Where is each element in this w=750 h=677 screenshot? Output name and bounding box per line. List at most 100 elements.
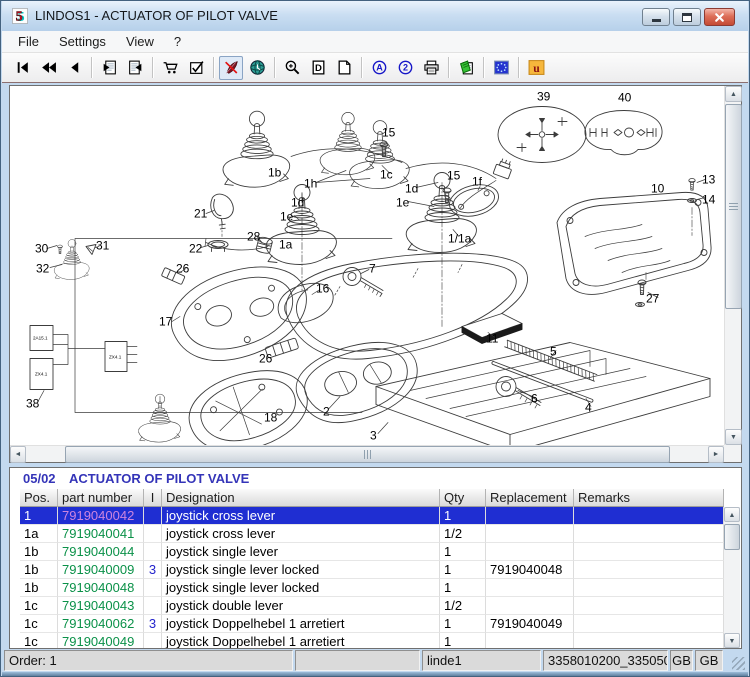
diagram-part-label[interactable]: 17: [159, 315, 173, 329]
scroll-down-button[interactable]: ▼: [725, 429, 742, 445]
diagram-part-label[interactable]: 1f: [472, 175, 483, 189]
table-scroll-up-button[interactable]: ▲: [724, 507, 740, 522]
diagram-part-label[interactable]: 26: [259, 352, 273, 366]
diagram-part-label[interactable]: 22: [189, 242, 203, 256]
vertical-scroll-thumb[interactable]: [725, 104, 742, 309]
diagram-part-label[interactable]: 1/1a: [448, 232, 472, 246]
minimize-button[interactable]: [642, 8, 670, 26]
diagram-part-label[interactable]: 38: [26, 397, 40, 411]
document-page-button[interactable]: [332, 56, 356, 80]
diagram-part-label[interactable]: 28: [247, 230, 261, 244]
diagram-part-label[interactable]: 15: [382, 126, 396, 140]
column-header[interactable]: Remarks: [574, 489, 724, 507]
diagram-part-label[interactable]: 1e: [396, 196, 410, 210]
world-time-button[interactable]: [245, 56, 269, 80]
diagram-part-label[interactable]: 32: [36, 262, 50, 276]
table-row[interactable]: 1a7919040041joystick cross lever1/2: [20, 525, 724, 543]
exploded-parts-diagram[interactable]: 2A15.1 ZX4.1 ZX4.1 3940151b1h1c1d1e151f1…: [10, 86, 724, 445]
printer-icon: [423, 59, 440, 76]
scrollbar-corner: [724, 445, 741, 462]
table-row[interactable]: 17919040042joystick cross lever1: [20, 507, 724, 525]
page-forward-button[interactable]: [123, 56, 147, 80]
diagram-horizontal-scrollbar[interactable]: ◄ ►: [10, 445, 724, 462]
diagram-vertical-scrollbar[interactable]: ▲ ▼: [724, 86, 741, 445]
thumb-grip: [364, 450, 371, 459]
search-alpha-button[interactable]: A: [367, 56, 391, 80]
diagram-part-label[interactable]: 1b: [268, 166, 282, 180]
diagram-part-label[interactable]: 16: [316, 282, 330, 296]
menu-item-help[interactable]: ?: [164, 32, 191, 51]
table-row[interactable]: 1c79190400623joystick Doppelhebel 1 arre…: [20, 615, 724, 633]
close-button[interactable]: [704, 8, 735, 26]
scroll-up-button[interactable]: ▲: [725, 86, 742, 102]
menu-item-view[interactable]: View: [116, 32, 164, 51]
table-row[interactable]: 1c7919040049joystick Doppelhebel 1 arret…: [20, 633, 724, 649]
title-bar[interactable]: 5 5 LINDOS1 - ACTUATOR OF PILOT VALVE: [2, 1, 748, 31]
diagram-part-label[interactable]: 2: [323, 405, 330, 419]
diagram-part-label[interactable]: 6: [531, 392, 538, 406]
cell-replacement: [486, 525, 574, 543]
table-scroll-down-button[interactable]: ▼: [724, 633, 740, 648]
diagram-part-label[interactable]: 14: [702, 193, 716, 207]
scroll-right-button[interactable]: ►: [708, 446, 724, 463]
go-rewind-button[interactable]: [36, 56, 60, 80]
page-back-button[interactable]: [97, 56, 121, 80]
diagram-part-label[interactable]: 27: [646, 292, 660, 306]
menu-item-file[interactable]: File: [8, 32, 49, 51]
diagram-part-label[interactable]: 11: [486, 332, 499, 346]
column-header[interactable]: I: [144, 489, 162, 507]
maximize-button[interactable]: [673, 8, 701, 26]
annotation-pen-off-button[interactable]: [219, 56, 243, 80]
column-header[interactable]: Qty: [440, 489, 486, 507]
diagram-part-label[interactable]: 1d: [405, 182, 418, 196]
diagram-part-label[interactable]: 40: [618, 91, 632, 105]
diagram-part-label[interactable]: 7: [369, 262, 376, 276]
diagram-part-label[interactable]: 10: [651, 182, 665, 196]
go-first-button[interactable]: [10, 56, 34, 80]
table-row[interactable]: 1b7919040044joystick single lever1: [20, 543, 724, 561]
diagram-part-label[interactable]: 13: [702, 173, 716, 187]
zoom-in-button[interactable]: [280, 56, 304, 80]
menu-item-settings[interactable]: Settings: [49, 32, 116, 51]
order-checklist-button[interactable]: [184, 56, 208, 80]
scroll-left-button[interactable]: ◄: [10, 446, 26, 463]
diagram-part-label[interactable]: 21: [194, 207, 208, 221]
table-vertical-scrollbar[interactable]: ▲ ▼: [724, 507, 740, 648]
horizontal-scroll-thumb[interactable]: [65, 446, 670, 463]
diagram-part-label[interactable]: 5: [550, 345, 557, 359]
diagram-part-label[interactable]: 18: [264, 411, 278, 425]
cell-part-number: 7919040041: [58, 525, 144, 543]
resize-grip[interactable]: [725, 650, 746, 671]
diagram-part-label[interactable]: 1d: [291, 196, 304, 210]
column-header[interactable]: part number: [58, 489, 144, 507]
diagram-part-label[interactable]: 31: [96, 239, 110, 253]
diagram-part-label[interactable]: 4: [585, 401, 592, 415]
table-row[interactable]: 1c7919040043joystick double lever1/2: [20, 597, 724, 615]
status-dataset: 3358010200_3350502: [543, 650, 668, 671]
diagram-part-label[interactable]: 15: [447, 169, 461, 183]
column-header[interactable]: Pos.: [20, 489, 58, 507]
diagram-part-label[interactable]: 1e: [280, 210, 294, 224]
table-row[interactable]: 1b7919040048joystick single lever locked…: [20, 579, 724, 597]
diagram-part-label[interactable]: 1c: [380, 168, 393, 182]
diagram-part-label[interactable]: 30: [35, 242, 49, 256]
diagram-part-label[interactable]: 39: [537, 90, 551, 104]
diagram-part-label[interactable]: 3: [370, 429, 377, 443]
diagram-part-label[interactable]: 26: [176, 262, 190, 276]
notes-button[interactable]: [454, 56, 478, 80]
column-header[interactable]: Designation: [162, 489, 440, 507]
search-number-button[interactable]: 2: [393, 56, 417, 80]
eu-flag-button[interactable]: [489, 56, 513, 80]
update-u-button[interactable]: u: [524, 56, 548, 80]
table-scroll-thumb[interactable]: [724, 524, 740, 550]
status-empty: [295, 650, 420, 671]
column-header[interactable]: Replacement: [486, 489, 574, 507]
go-previous-button[interactable]: [62, 56, 86, 80]
shopping-cart-button[interactable]: [158, 56, 182, 80]
cell-remarks: [574, 507, 724, 525]
diagram-part-label[interactable]: 1a: [279, 238, 293, 252]
document-detail-button[interactable]: D: [306, 56, 330, 80]
print-button[interactable]: [419, 56, 443, 80]
table-row[interactable]: 1b79190400093joystick single lever locke…: [20, 561, 724, 579]
diagram-part-label[interactable]: 1h: [304, 177, 317, 191]
